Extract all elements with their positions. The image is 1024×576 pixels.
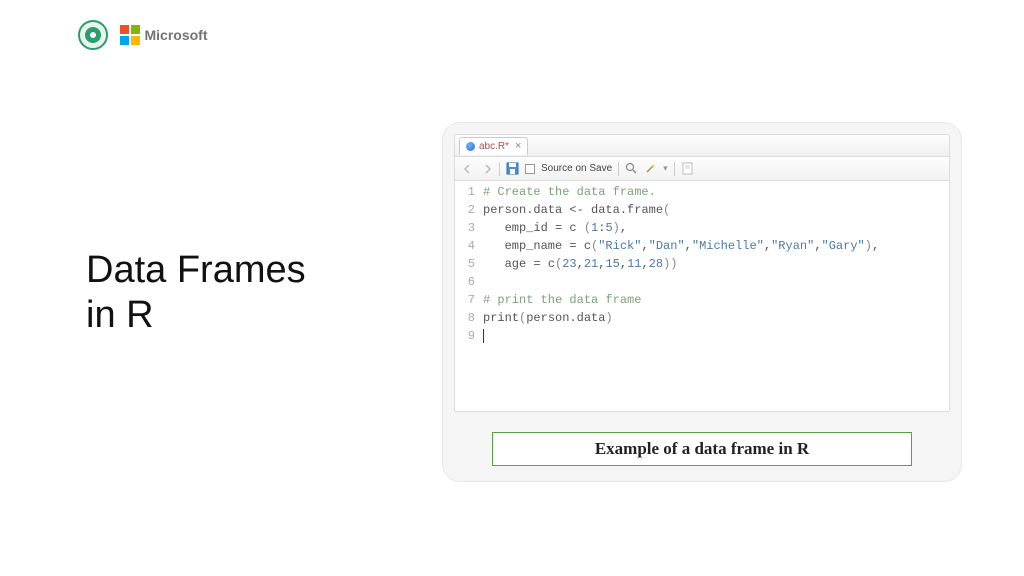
- forward-icon[interactable]: [480, 162, 493, 175]
- editor-tab[interactable]: abc.R* ×: [459, 137, 528, 155]
- text-cursor: [483, 329, 484, 343]
- code-area[interactable]: 1 2 3 4 5 6 7 8 9 # Create the data fram…: [455, 181, 949, 345]
- header-logos: Microsoft: [78, 20, 208, 50]
- source-on-save-checkbox[interactable]: [525, 164, 535, 174]
- title-line-1: Data Frames: [86, 248, 306, 293]
- close-icon[interactable]: ×: [515, 140, 521, 152]
- institution-logo-inner: [85, 27, 101, 43]
- slide-title: Data Frames in R: [86, 248, 306, 338]
- dropdown-icon[interactable]: ▾: [663, 163, 668, 174]
- line-gutter: 1 2 3 4 5 6 7 8 9: [455, 183, 481, 345]
- microsoft-logo: Microsoft: [120, 25, 208, 45]
- title-line-2: in R: [86, 293, 306, 338]
- caption-bar: Example of a data frame in R: [492, 432, 912, 466]
- source-on-save-label: Source on Save: [541, 163, 612, 174]
- back-icon[interactable]: [461, 162, 474, 175]
- code-lines: # Create the data frame.person.data <- d…: [481, 183, 949, 345]
- r-file-icon: [466, 142, 475, 151]
- save-icon[interactable]: [506, 162, 519, 175]
- caption-text: Example of a data frame in R: [595, 439, 809, 459]
- code-panel: abc.R* × Source on Save ▾: [442, 122, 962, 482]
- editor-toolbar: Source on Save ▾: [455, 157, 949, 181]
- microsoft-squares-icon: [120, 25, 140, 45]
- search-icon[interactable]: [625, 162, 638, 175]
- editor-box: abc.R* × Source on Save ▾: [454, 134, 950, 412]
- wand-icon[interactable]: [644, 162, 657, 175]
- institution-logo: [78, 20, 108, 50]
- microsoft-text: Microsoft: [145, 27, 208, 43]
- notebook-icon[interactable]: [681, 162, 694, 175]
- tab-filename: abc.R*: [479, 141, 509, 152]
- editor-tabbar: abc.R* ×: [455, 135, 949, 157]
